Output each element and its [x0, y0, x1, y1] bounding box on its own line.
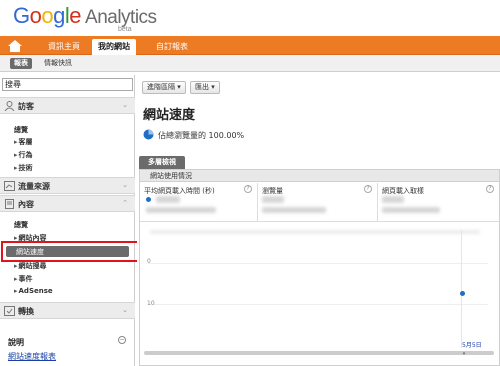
- report-main: 進階區隔 ▾ 匯出 ▾ 網站速度 佔總瀏覽量的 100.00% 多層檢視 網站使…: [137, 75, 500, 366]
- main-tabbar: 資訊主頁 我的網站 自訂報表: [0, 36, 500, 56]
- chevron-down-icon[interactable]: ⌄: [122, 181, 128, 189]
- report-panel: 網站使用情況 平均網頁載入時間 (秒) ? 瀏覽量 ? 網頁載入取樣 ? 0 1…: [139, 169, 500, 366]
- report-sidebar: 搜尋 訪客 ⌄ 總覽 客層 行為 技術 流量來源 ⌄ 內容 ⌃ 總覽 網站內容 …: [0, 75, 135, 366]
- section-label: 流量來源: [18, 182, 50, 191]
- section-content[interactable]: 內容 ⌃: [0, 195, 135, 212]
- visitors-icon: [4, 101, 15, 111]
- tab-explorer[interactable]: 多層檢視: [139, 156, 185, 169]
- sidebar-search-input[interactable]: 搜尋: [2, 78, 133, 91]
- tab-intelligence[interactable]: 情報快訊: [40, 58, 76, 69]
- google-analytics-logo[interactable]: Google Analytics: [13, 3, 157, 29]
- metric-label: 瀏覽量: [262, 187, 283, 195]
- panel-title: 網站使用情況: [150, 172, 192, 180]
- metric-label: 平均網頁載入時間 (秒): [144, 187, 215, 195]
- section-conversions[interactable]: 轉換 ⌄: [0, 302, 135, 319]
- pie-chart-icon: [143, 129, 154, 140]
- scroll-down-icon[interactable]: ▾: [458, 352, 470, 357]
- product-name: Analytics: [85, 7, 157, 28]
- sub-navigation: 報表 情報快訊: [0, 55, 500, 72]
- export-button[interactable]: 匯出 ▾: [190, 81, 220, 94]
- tab-dashboard[interactable]: 資訊主頁: [42, 39, 86, 55]
- page-title: 網站速度: [143, 108, 196, 123]
- tab-custom-reports[interactable]: 自訂報表: [150, 39, 194, 55]
- help-icon[interactable]: ?: [244, 185, 252, 193]
- section-traffic-sources[interactable]: 流量來源 ⌄: [0, 177, 135, 194]
- chart-data-point[interactable]: [460, 291, 465, 296]
- sidebar-item-demographics[interactable]: 客層: [14, 137, 33, 147]
- tab-my-site[interactable]: 我的網站: [92, 39, 136, 56]
- chevron-down-icon[interactable]: ⌄: [122, 101, 128, 109]
- chart-scrollbar[interactable]: [144, 351, 494, 355]
- sidebar-item-technology[interactable]: 技術: [14, 163, 33, 173]
- metric-color-dot: [146, 197, 151, 202]
- highlight-box: [1, 241, 147, 262]
- metric-label: 網頁載入取樣: [382, 187, 424, 195]
- advanced-segments-button[interactable]: 進階區隔 ▾: [142, 81, 186, 94]
- section-visitors[interactable]: 訪客 ⌄: [0, 97, 135, 114]
- tab-reports[interactable]: 報表: [10, 58, 32, 69]
- y-tick-label: 0: [147, 258, 151, 265]
- metric-pageviews[interactable]: 瀏覽量 ?: [258, 183, 378, 221]
- section-label: 內容: [18, 200, 34, 209]
- home-icon[interactable]: [7, 39, 23, 53]
- content-icon: [5, 199, 14, 209]
- panel-header: 網站使用情況: [140, 170, 499, 182]
- sidebar-item-events[interactable]: 事件: [14, 274, 33, 284]
- help-icon[interactable]: ?: [364, 185, 372, 193]
- header: Google Analytics beta: [0, 0, 500, 36]
- metric-avg-load-time[interactable]: 平均網頁載入時間 (秒) ?: [140, 183, 258, 221]
- chevron-down-icon[interactable]: ⌄: [122, 306, 128, 314]
- sidebar-item-visitor-overview[interactable]: 總覽: [14, 125, 28, 135]
- sidebar-item-behavior[interactable]: 行為: [14, 150, 33, 160]
- help-title: 說明: [8, 338, 24, 347]
- beta-badge: beta: [118, 26, 132, 33]
- help-icon[interactable]: ?: [486, 185, 494, 193]
- traffic-sources-icon: [4, 181, 15, 191]
- metric-page-load-sample[interactable]: 網頁載入取樣 ?: [378, 183, 499, 221]
- sidebar-item-content-overview[interactable]: 總覽: [14, 220, 28, 230]
- conversions-icon: [4, 306, 15, 316]
- collapse-icon[interactable]: −: [118, 336, 126, 344]
- section-label: 訪客: [18, 102, 34, 111]
- y-tick-label: 10: [147, 300, 155, 307]
- x-date-label: 5月5日: [462, 342, 482, 349]
- help-link-site-speed[interactable]: 網站速度報表: [8, 351, 56, 362]
- sample-percentage: 佔總瀏覽量的 100.00%: [158, 131, 245, 140]
- section-label: 轉換: [18, 307, 34, 316]
- chevron-up-icon[interactable]: ⌃: [122, 199, 128, 207]
- sidebar-item-adsense[interactable]: AdSense: [14, 287, 53, 295]
- sidebar-item-site-search[interactable]: 網站搜尋: [14, 261, 47, 271]
